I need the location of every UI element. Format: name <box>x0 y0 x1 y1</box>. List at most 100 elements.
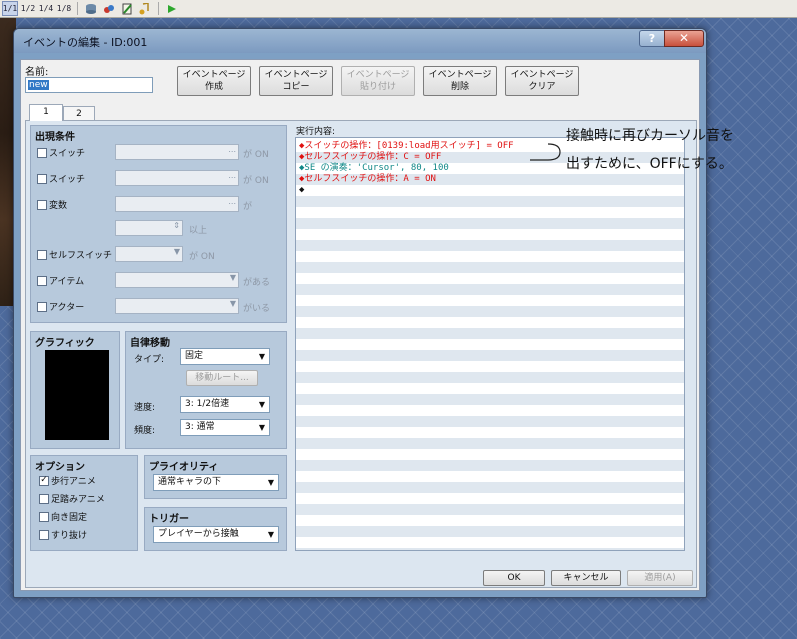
item-checkbox[interactable] <box>37 275 47 286</box>
priority-title: プライオリティ <box>149 462 219 473</box>
zoom-1-4-button[interactable]: 1/4 <box>38 1 54 16</box>
dialog-title: イベントの編集 - ID:001 <box>23 36 148 49</box>
stepping-anim-row[interactable]: 足踏みアニメ <box>39 492 105 505</box>
variable-value-stepper[interactable]: ⇕ <box>115 220 183 236</box>
play-icon[interactable] <box>164 1 180 16</box>
actor-dropdown[interactable]: ▼ <box>115 298 239 314</box>
copy-page-button-line2: コピー <box>282 82 310 92</box>
switch1-checkbox-row[interactable]: スイッチ <box>37 146 85 159</box>
direction-fix-checkbox[interactable] <box>39 511 49 522</box>
graphic-preview[interactable] <box>45 350 109 440</box>
name-input[interactable]: new <box>25 77 153 93</box>
actor-checkbox-row[interactable]: アクター <box>37 300 84 313</box>
graphic-panel: グラフィック <box>30 331 120 449</box>
item-checkbox-row[interactable]: アイテム <box>37 274 84 287</box>
speed-dropdown[interactable]: 3: 1/2倍速 ▼ <box>180 396 270 413</box>
exec-stripe <box>296 482 684 493</box>
exec-line-2[interactable]: ◆セルフスイッチの操作：C = OFF <box>299 152 441 163</box>
exec-line-4[interactable]: ◆セルフスイッチの操作：A = ON <box>299 174 436 185</box>
item-dropdown[interactable]: ▼ <box>115 272 239 288</box>
conditions-title: 出現条件 <box>35 132 75 143</box>
trigger-value: プレイヤーから接触 <box>158 529 239 539</box>
switch1-label: スイッチ <box>49 149 86 159</box>
stepper-arrows-icon: ⇕ <box>173 221 180 230</box>
chevron-down-icon: ▼ <box>229 273 236 282</box>
self-switch-dropdown[interactable]: ▼ <box>115 246 183 262</box>
exec-stripe <box>296 526 684 537</box>
variable-checkbox-row[interactable]: 変数 <box>37 198 67 211</box>
exec-list[interactable]: ◆スイッチの操作：[0139:load用スイッチ] = OFF ◆セルフスイッチ… <box>295 137 685 551</box>
variable-label: 変数 <box>49 201 68 211</box>
conditions-panel: 出現条件 スイッチ ... が ON スイッチ ... が ON 変数 ... <box>30 125 287 323</box>
tab-page-2[interactable]: 2 <box>63 106 95 121</box>
exec-stripe <box>296 460 684 471</box>
cancel-button[interactable]: キャンセル <box>551 570 621 586</box>
priority-dropdown[interactable]: 通常キャラの下 ▼ <box>153 474 279 491</box>
create-page-button-line1: イベントページ <box>182 70 246 80</box>
create-page-button[interactable]: イベントページ 作成 <box>177 66 251 96</box>
exec-stripe <box>296 372 684 383</box>
toolbar-separator <box>77 2 78 15</box>
switch1-checkbox[interactable] <box>37 147 47 158</box>
frequency-value: 3: 通常 <box>185 422 215 432</box>
through-checkbox[interactable] <box>39 529 49 540</box>
switch2-checkbox-row[interactable]: スイッチ <box>37 172 85 185</box>
walking-anim-checkbox[interactable]: ✓ <box>39 475 49 486</box>
clear-page-button-line1: イベントページ <box>510 70 574 80</box>
speed-label: 速度: <box>134 403 156 413</box>
direction-fix-row[interactable]: 向き固定 <box>39 510 87 523</box>
database-icon[interactable] <box>83 1 99 16</box>
exec-stripe <box>296 394 684 405</box>
delete-page-button[interactable]: イベントページ 削除 <box>423 66 497 96</box>
zoom-1-1-button[interactable]: 1/1 <box>2 1 18 16</box>
zoom-1-2-button[interactable]: 1/2 <box>20 1 36 16</box>
through-row[interactable]: すり抜け <box>39 528 87 541</box>
exec-stripe <box>296 416 684 427</box>
tab-page-1[interactable]: 1 <box>29 104 63 121</box>
switch2-field[interactable]: ... <box>115 170 239 186</box>
sound-test-icon[interactable] <box>137 1 153 16</box>
exec-line-5[interactable]: ◆ <box>299 185 304 196</box>
ellipsis-icon: ... <box>228 145 236 154</box>
ok-button[interactable]: OK <box>483 570 545 586</box>
exec-stripe <box>296 328 684 339</box>
chevron-down-icon: ▼ <box>258 400 265 409</box>
copy-page-button[interactable]: イベントページ コピー <box>259 66 333 96</box>
switch2-label: スイッチ <box>49 175 86 185</box>
exec-line-1[interactable]: ◆スイッチの操作：[0139:load用スイッチ] = OFF <box>299 141 514 152</box>
move-route-button[interactable]: 移動ルート... <box>186 370 258 386</box>
dialog-titlebar[interactable]: イベントの編集 - ID:001 ? ✕ <box>14 29 706 53</box>
help-button[interactable]: ? <box>639 30 665 47</box>
switch2-checkbox[interactable] <box>37 173 47 184</box>
switch1-field[interactable]: ... <box>115 144 239 160</box>
paste-page-button[interactable]: イベントページ 貼り付け <box>341 66 415 96</box>
top-toolbar: 1/1 1/2 1/4 1/8 <box>0 0 797 18</box>
stepping-anim-label: 足踏みアニメ <box>51 495 105 505</box>
materials-icon[interactable] <box>101 1 117 16</box>
stepping-anim-checkbox[interactable] <box>39 493 49 504</box>
walking-anim-row[interactable]: ✓ 歩行アニメ <box>39 474 96 487</box>
move-type-label: タイプ: <box>134 355 165 365</box>
self-switch-checkbox-row[interactable]: セルフスイッチ <box>37 248 112 261</box>
apply-button[interactable]: 適用(A) <box>627 570 693 586</box>
close-button[interactable]: ✕ <box>664 30 704 47</box>
exec-stripe <box>296 196 684 207</box>
zoom-1-8-button[interactable]: 1/8 <box>56 1 72 16</box>
graphic-title: グラフィック <box>35 338 95 349</box>
exec-stripe <box>296 504 684 515</box>
through-label: すり抜け <box>51 531 88 541</box>
exec-line-3[interactable]: ◆SE の演奏：'Cursor', 80, 100 <box>299 163 449 174</box>
trigger-dropdown[interactable]: プレイヤーから接触 ▼ <box>153 526 279 543</box>
variable-checkbox[interactable] <box>37 199 47 210</box>
clear-page-button[interactable]: イベントページ クリア <box>505 66 579 96</box>
actor-suffix: がいる <box>243 304 271 314</box>
variable-field[interactable]: ... <box>115 196 239 212</box>
actor-checkbox[interactable] <box>37 301 47 312</box>
script-editor-icon[interactable] <box>119 1 135 16</box>
self-switch-suffix: が ON <box>189 252 215 262</box>
speed-value: 3: 1/2倍速 <box>185 399 230 409</box>
move-type-dropdown[interactable]: 固定 ▼ <box>180 348 270 365</box>
exec-stripe <box>296 438 684 449</box>
frequency-dropdown[interactable]: 3: 通常 ▼ <box>180 419 270 436</box>
self-switch-checkbox[interactable] <box>37 249 47 260</box>
